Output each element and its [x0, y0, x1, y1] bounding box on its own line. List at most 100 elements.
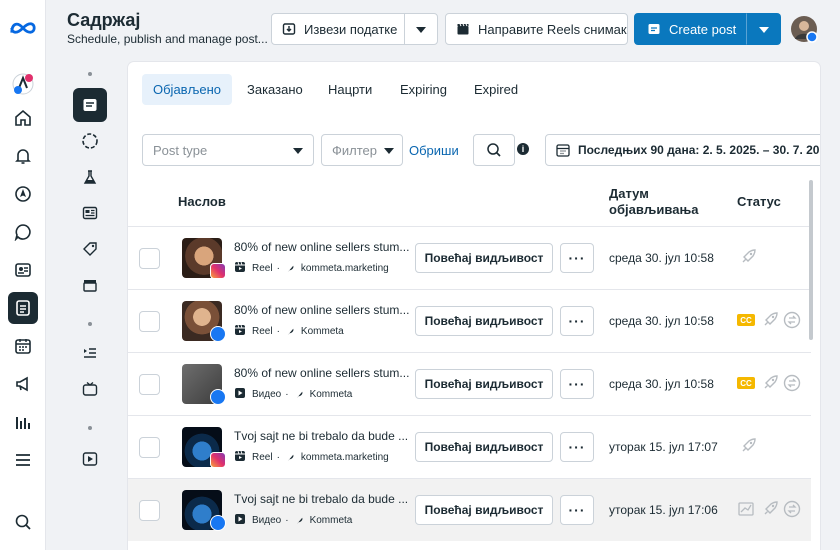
- boost-button[interactable]: Повећај видљивост: [415, 306, 553, 336]
- row-checkbox[interactable]: [139, 437, 160, 458]
- divider-dot: [88, 72, 92, 76]
- export-options-dropdown[interactable]: [404, 13, 438, 45]
- boost-button[interactable]: Повећај видљивост: [415, 432, 553, 462]
- column-header-publish-date[interactable]: Датум објављивања: [609, 186, 709, 218]
- export-data-label: Извези податке: [304, 21, 398, 37]
- clapperboard-icon[interactable]: [73, 268, 107, 302]
- reel-clapper-icon: [457, 23, 469, 35]
- post-title[interactable]: Tvoj sajt ne bi trebalo da bude ...: [234, 429, 410, 443]
- search-icon[interactable]: [9, 508, 37, 536]
- create-reel-label: Направите Reels снимак: [478, 21, 627, 37]
- insights-bars-icon[interactable]: [9, 408, 37, 436]
- rocket-icon: [761, 374, 779, 397]
- reel-icon: [234, 261, 246, 276]
- playlist-icon[interactable]: [73, 336, 107, 370]
- post-title[interactable]: 80% of new online sellers stum...: [234, 240, 410, 254]
- tab-scheduled[interactable]: Заказано: [236, 74, 314, 105]
- post-account-label: kommeta.marketing: [300, 263, 389, 274]
- tab-expired[interactable]: Expired: [463, 74, 529, 105]
- feather-icon: [287, 328, 294, 336]
- row-checkbox[interactable]: [139, 500, 160, 521]
- clear-filters-link[interactable]: Обриши: [409, 143, 459, 158]
- feather-icon: [296, 391, 302, 399]
- compass-icon[interactable]: [9, 180, 37, 208]
- boost-button[interactable]: Повећај видљивост: [415, 243, 553, 273]
- info-icon[interactable]: i: [517, 143, 529, 155]
- column-header-title[interactable]: Наслов: [178, 194, 226, 210]
- stories-ring-icon[interactable]: [73, 124, 107, 158]
- page-subtitle: Schedule, publish and manage post...: [67, 32, 268, 46]
- flask-test-icon[interactable]: [73, 160, 107, 194]
- export-data-button[interactable]: Извези податке: [271, 13, 405, 45]
- create-post-options-dropdown[interactable]: [746, 13, 781, 45]
- tab-drafts[interactable]: Нацрти: [317, 74, 383, 105]
- row-checkbox[interactable]: [139, 248, 160, 269]
- table-row[interactable]: 80% of new online sellers stum... Reel ·…: [128, 289, 811, 352]
- account-avatar-icon[interactable]: [9, 70, 37, 98]
- search-button[interactable]: [473, 134, 515, 166]
- more-options-button[interactable]: ···: [560, 243, 594, 273]
- row-checkbox[interactable]: [139, 311, 160, 332]
- post-type-select[interactable]: Post type: [142, 134, 314, 166]
- home-icon[interactable]: [9, 104, 37, 132]
- post-type-label: Reel: [252, 326, 273, 337]
- notifications-bell-icon[interactable]: [9, 142, 37, 170]
- table-row[interactable]: 80% of new online sellers stum... Видео …: [128, 352, 811, 415]
- posts-list-icon[interactable]: [73, 88, 107, 122]
- publish-date: уторак 15. јул 17:07: [609, 440, 718, 454]
- cc-badge: CC: [737, 377, 755, 389]
- more-options-button[interactable]: ···: [560, 369, 594, 399]
- megaphone-ads-icon[interactable]: [9, 370, 37, 398]
- tab-expiring[interactable]: Expiring: [389, 74, 458, 105]
- crosspost-icon: [783, 374, 801, 397]
- create-post-button[interactable]: Create post: [634, 13, 747, 45]
- row-checkbox[interactable]: [139, 374, 160, 395]
- chat-bubble-icon[interactable]: [9, 218, 37, 246]
- post-title[interactable]: 80% of new online sellers stum...: [234, 303, 410, 317]
- filter-select[interactable]: Филтер: [321, 134, 403, 166]
- post-title[interactable]: 80% of new online sellers stum...: [234, 366, 410, 380]
- divider-dot: [88, 322, 92, 326]
- meta-separator: ·: [276, 326, 280, 337]
- content-subnav: [68, 60, 112, 550]
- article-card-icon[interactable]: [73, 196, 107, 230]
- video-icon: [234, 513, 246, 528]
- crosspost-icon: [783, 500, 801, 523]
- rocket-icon: [761, 311, 779, 334]
- post-type-label: Видео: [252, 515, 282, 526]
- tab-published[interactable]: Објављено: [142, 74, 233, 105]
- column-header-status[interactable]: Статус: [737, 194, 781, 210]
- vertical-scrollbar[interactable]: [809, 180, 813, 340]
- divider-dot: [88, 426, 92, 430]
- crosspost-icon: [783, 311, 801, 334]
- create-reel-button[interactable]: Направите Reels снимак: [445, 13, 628, 45]
- tag-icon[interactable]: [73, 232, 107, 266]
- more-options-button[interactable]: ···: [560, 432, 594, 462]
- contacts-card-icon[interactable]: [9, 256, 37, 284]
- chevron-down-icon: [416, 27, 426, 33]
- table-row[interactable]: Tvoj sajt ne bi trebalo da bude ... Reel…: [128, 415, 811, 478]
- profile-avatar[interactable]: [790, 15, 818, 43]
- boost-button[interactable]: Повећај видљивост: [415, 495, 553, 525]
- more-options-button[interactable]: ···: [560, 306, 594, 336]
- post-account-label: Kommeta: [300, 326, 344, 337]
- facebook-badge-icon: [210, 389, 226, 405]
- meta-logo-icon[interactable]: [9, 14, 37, 42]
- meta-separator: ·: [276, 263, 280, 274]
- table-row[interactable]: Tvoj sajt ne bi trebalo da bude ... Виде…: [128, 478, 811, 541]
- tv-icon[interactable]: [73, 372, 107, 406]
- date-range-picker[interactable]: Последњих 90 дана: 2. 5. 2025. – 30. 7. …: [545, 134, 820, 166]
- global-nav-rail: [0, 0, 46, 550]
- post-title[interactable]: Tvoj sajt ne bi trebalo da bude ...: [234, 492, 410, 506]
- table-row[interactable]: 80% of new online sellers stum... Reel ·…: [128, 226, 811, 289]
- calendar-icon[interactable]: [9, 332, 37, 360]
- more-options-button[interactable]: ···: [560, 495, 594, 525]
- menu-hamburger-icon[interactable]: [9, 446, 37, 474]
- video-play-icon[interactable]: [73, 442, 107, 476]
- post-account-label: Kommeta: [309, 389, 353, 400]
- post-type-label: Видео: [252, 389, 282, 400]
- publish-date: уторак 15. јул 17:06: [609, 503, 718, 517]
- boost-button[interactable]: Повећај видљивост: [415, 369, 553, 399]
- feather-icon: [287, 265, 294, 273]
- content-pages-icon[interactable]: [8, 292, 38, 324]
